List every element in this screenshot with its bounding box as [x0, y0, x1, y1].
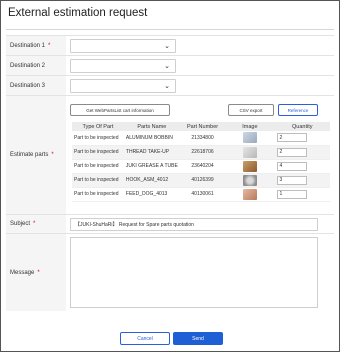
- destination3-label: Destination 3: [6, 76, 66, 95]
- estimate-parts-label: Estimate parts *: [6, 96, 66, 214]
- feed-dog-thumbnail[interactable]: [242, 188, 257, 200]
- part-type: Part to be inspected: [72, 131, 124, 146]
- part-name: ALUMINUM BOBBIN: [123, 131, 180, 146]
- column-header: Quantity: [274, 122, 330, 131]
- bobbin-thumbnail[interactable]: [242, 132, 257, 144]
- part-type: Part to be inspected: [72, 145, 124, 160]
- thread-takeup-thumbnail[interactable]: [242, 146, 257, 158]
- destination3-select[interactable]: ⌄: [70, 79, 176, 93]
- subject-input[interactable]: 【JUKI-ShuHaRi】 Request for Spare parts q…: [70, 218, 318, 231]
- column-header: Type Of Part: [72, 122, 124, 131]
- column-header: Part Number: [179, 122, 226, 131]
- estimate-parts-row: Estimate parts * Get WebPartsList cart i…: [6, 96, 334, 215]
- quantity-input[interactable]: 2: [276, 133, 307, 143]
- part-type: Part to be inspected: [72, 159, 124, 174]
- destination2-row: Destination 2 ⌄: [6, 56, 334, 76]
- destination2-select[interactable]: ⌄: [70, 59, 176, 73]
- table-row: Part to be inspected HOOK_ASM_4012 40126…: [72, 173, 330, 188]
- required-mark: *: [51, 152, 54, 158]
- required-mark: *: [48, 42, 51, 49]
- destination3-row: Destination 3 ⌄: [6, 76, 334, 96]
- column-header: Parts Name: [123, 122, 180, 131]
- subject-row: Subject * 【JUKI-ShuHaRi】 Request for Spa…: [6, 215, 334, 234]
- part-name: HOOK_ASM_4012: [123, 173, 180, 188]
- title-divider: [6, 29, 334, 30]
- cancel-button[interactable]: Cancel: [120, 332, 170, 345]
- chevron-down-icon: ⌄: [164, 83, 170, 90]
- message-textarea[interactable]: [70, 237, 318, 308]
- table-row: Part to be inspected FEED_DOG_4013 40130…: [72, 187, 330, 202]
- part-number: 22618706: [179, 145, 226, 160]
- message-row: Message *: [6, 234, 334, 311]
- part-type: Part to be inspected: [72, 187, 124, 202]
- column-header: Image: [225, 122, 275, 131]
- reference-button[interactable]: Reference: [278, 104, 318, 116]
- chevron-down-icon: ⌄: [164, 43, 170, 50]
- quantity-input[interactable]: 3: [276, 175, 307, 185]
- part-number: 40126399: [179, 173, 226, 188]
- csv-export-button[interactable]: CSV export: [228, 104, 274, 116]
- destination2-label: Destination 2: [6, 56, 66, 75]
- table-row: Part to be inspected ALUMINUM BOBBIN 213…: [72, 131, 330, 146]
- parts-table: Type Of Part Parts Name Part Number Imag…: [72, 122, 330, 202]
- part-number: 40130061: [179, 187, 226, 202]
- table-row: Part to be inspected JUKI GREASE A TUBE …: [72, 159, 330, 174]
- message-label: Message *: [6, 234, 66, 311]
- table-header-row: Type Of Part Parts Name Part Number Imag…: [72, 122, 330, 131]
- part-name: JUKI GREASE A TUBE: [123, 159, 180, 174]
- destination1-select[interactable]: ⌄: [70, 39, 176, 53]
- grease-tube-thumbnail[interactable]: [242, 160, 257, 172]
- table-row: Part to be inspected THREAD TAKE-UP 2261…: [72, 145, 330, 160]
- estimation-request-dialog: External estimation request Destination …: [0, 0, 340, 352]
- request-form: Destination 1 * ⌄ Destination 2 ⌄ Destin…: [6, 35, 334, 311]
- required-mark: *: [37, 269, 40, 276]
- part-name: THREAD TAKE-UP: [123, 145, 180, 160]
- subject-label: Subject *: [6, 215, 66, 233]
- part-number: 23640204: [179, 159, 226, 174]
- hook-assembly-thumbnail[interactable]: [242, 174, 257, 186]
- part-number: 21334800: [179, 131, 226, 146]
- part-type: Part to be inspected: [72, 173, 124, 188]
- quantity-input[interactable]: 2: [276, 147, 307, 157]
- quantity-input[interactable]: 1: [276, 189, 307, 199]
- destination1-label: Destination 1 *: [6, 36, 66, 55]
- get-cart-info-button[interactable]: Get WebPartsList cart information: [70, 104, 170, 116]
- part-name: FEED_DOG_4013: [123, 187, 180, 202]
- destination1-row: Destination 1 * ⌄: [6, 36, 334, 56]
- required-mark: *: [33, 221, 36, 227]
- send-button[interactable]: Send: [173, 332, 223, 345]
- chevron-down-icon: ⌄: [164, 63, 170, 70]
- quantity-input[interactable]: 4: [276, 161, 307, 171]
- page-title: External estimation request: [8, 7, 148, 19]
